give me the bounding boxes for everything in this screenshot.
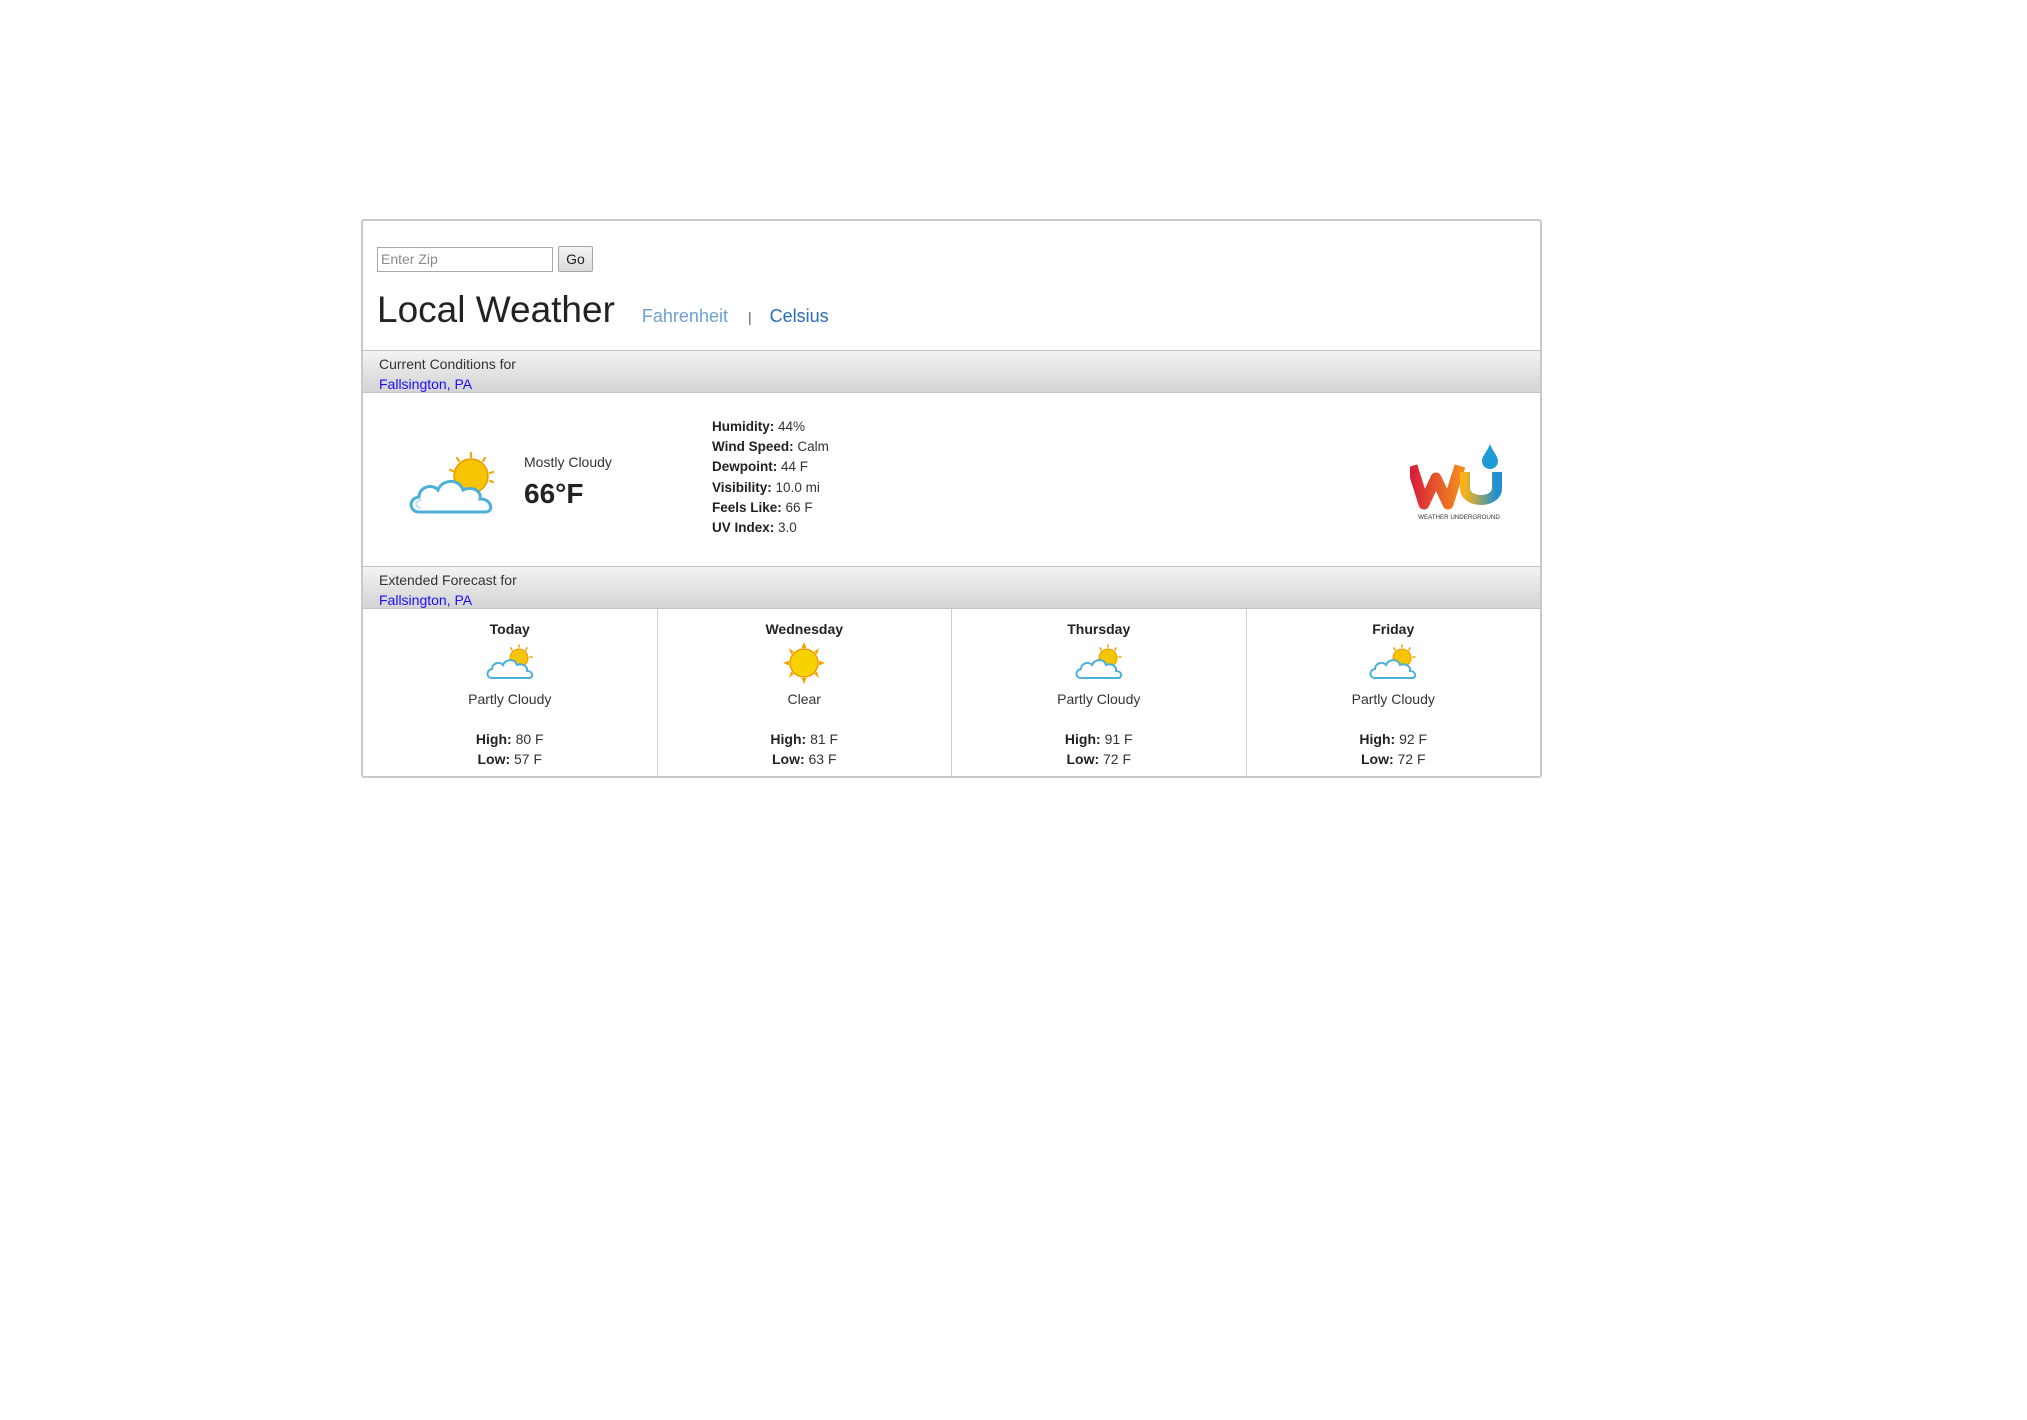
detail-uv-index: UV Index: 3.0: [712, 520, 797, 536]
day-low: Low: 57 F: [477, 751, 543, 767]
extended-forecast-header: Extended Forecast for Fallsington, PA: [363, 566, 1540, 609]
current-conditions-header: Current Conditions for Fallsington, PA: [363, 350, 1540, 393]
weather-underground-logo: WEATHER UNDERGROUND: [1410, 444, 1502, 521]
current-temperature: 66°F: [524, 478, 584, 509]
day-high: High: 81 F: [770, 731, 839, 747]
day-low: Low: 63 F: [771, 751, 837, 767]
svg-text:WEATHER UNDERGROUND: WEATHER UNDERGROUND: [1418, 514, 1500, 521]
celsius-link[interactable]: Celsius: [770, 306, 829, 327]
zip-search: Go: [377, 246, 593, 272]
day-condition: Partly Cloudy: [468, 691, 552, 707]
extended-forecast-label: Extended Forecast for: [379, 572, 517, 588]
title-row: Local Weather Fahrenheit | Celsius: [377, 289, 829, 331]
day-condition: Partly Cloudy: [1057, 691, 1141, 707]
day-high: High: 80 F: [475, 731, 544, 747]
sun-icon: [783, 642, 826, 684]
day-name: Wednesday: [765, 621, 844, 637]
partly-cloudy-icon: [486, 644, 533, 679]
detail-dewpoint: Dewpoint: 44 F: [712, 459, 809, 475]
unit-separator: |: [747, 309, 752, 325]
day-name: Friday: [1372, 621, 1415, 637]
current-condition: Mostly Cloudy: [524, 454, 612, 470]
detail-feels-like: Feels Like: 66 F: [712, 499, 813, 515]
day-high: High: 92 F: [1359, 731, 1428, 747]
forecast-grid: Today Partly Cloudy High: 80 F Low: 57 F…: [363, 609, 1541, 776]
current-conditions: Mostly Cloudy 66°F Humidity: 44% Wind Sp…: [363, 394, 1540, 564]
mostly-cloudy-icon: [409, 451, 495, 514]
detail-humidity: Humidity: 44%: [712, 419, 806, 434]
day-low: Low: 72 F: [1066, 751, 1132, 767]
partly-cloudy-icon: [1075, 644, 1122, 679]
day-high: High: 91 F: [1064, 731, 1133, 747]
day-condition: Partly Cloudy: [1351, 691, 1435, 707]
weather-widget: Go Local Weather Fahrenheit | Celsius Cu…: [361, 219, 1542, 778]
current-conditions-label: Current Conditions for: [379, 356, 516, 372]
detail-wind-speed: Wind Speed: Calm: [712, 439, 829, 455]
day-condition: Clear: [787, 691, 821, 707]
page-title: Local Weather: [377, 289, 615, 330]
current-details: Humidity: 44% Wind Speed: Calm Dewpoint:…: [712, 417, 829, 538]
forecast-location-link[interactable]: Fallsington, PA: [379, 590, 1540, 610]
day-name: Thursday: [1067, 621, 1131, 637]
current-location-link[interactable]: Fallsington, PA: [379, 374, 1540, 394]
forecast-day-friday: Friday Partly Cloudy High: 92 F Low: 72 …: [1247, 609, 1541, 776]
forecast-day-thursday: Thursday Partly Cloudy High: 91 F Low: 7…: [952, 609, 1247, 776]
fahrenheit-link[interactable]: Fahrenheit: [642, 306, 728, 327]
partly-cloudy-icon: [1369, 644, 1417, 679]
forecast-day-wednesday: Wednesday Clear High: 81 F Low: 63 F: [658, 609, 952, 776]
day-name: Today: [489, 621, 530, 637]
forecast-day-today: Today Partly Cloudy High: 80 F Low: 57 F: [363, 609, 658, 776]
zip-input[interactable]: [377, 246, 553, 272]
day-low: Low: 72 F: [1360, 751, 1426, 767]
go-button[interactable]: Go: [558, 246, 593, 272]
detail-visibility: Visibility: 10.0 mi: [712, 479, 820, 495]
